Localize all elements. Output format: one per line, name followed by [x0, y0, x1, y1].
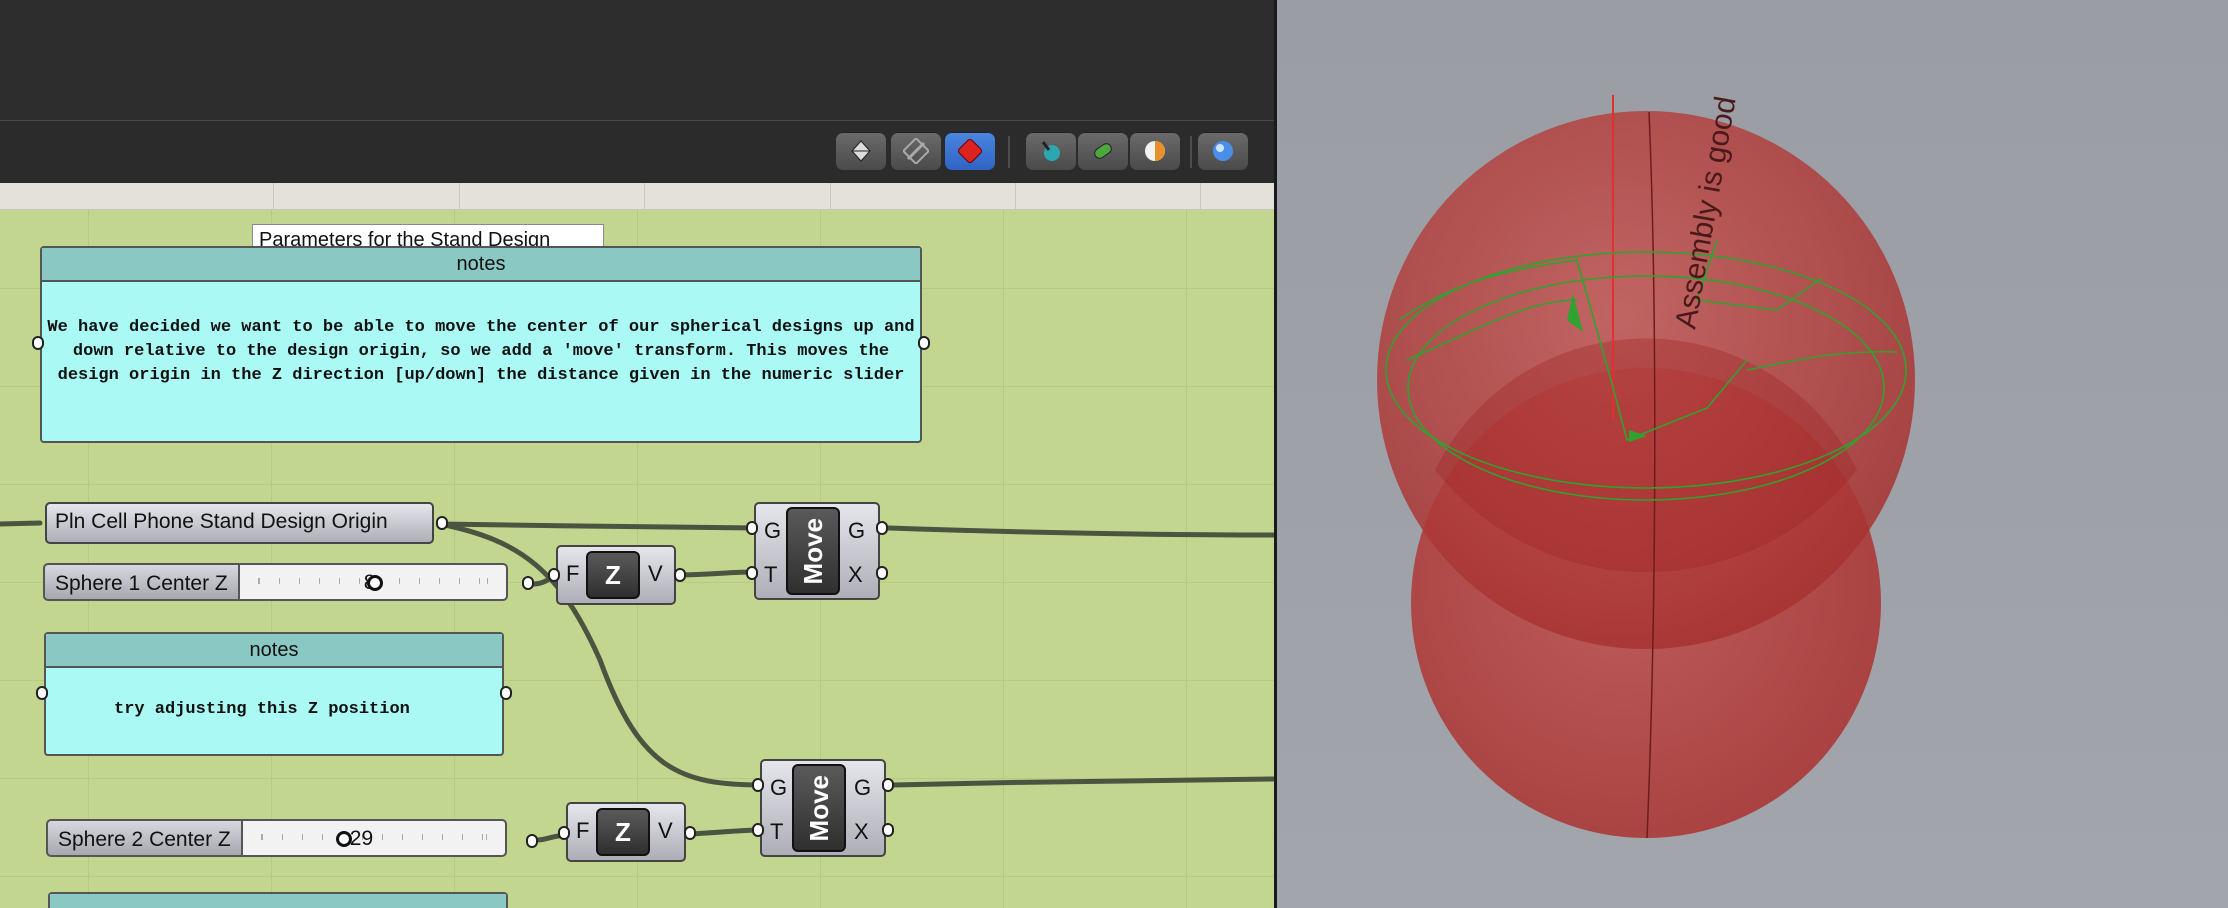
- output-grip[interactable]: [876, 521, 888, 535]
- input-grip[interactable]: [746, 566, 758, 580]
- move-component[interactable]: G T Move G X: [760, 759, 886, 857]
- sphere2-z-slider[interactable]: Sphere 2 Center Z -29: [46, 819, 507, 857]
- move-label: Move: [803, 774, 834, 842]
- move-output-g: G: [854, 775, 872, 800]
- plane-param-label: Pln Cell Phone Stand Design Origin: [55, 510, 388, 533]
- input-grip[interactable]: [752, 823, 764, 837]
- notes-title: notes: [42, 248, 920, 282]
- move-label: Move: [797, 517, 828, 585]
- selected-only-button[interactable]: [1026, 132, 1076, 170]
- output-grip[interactable]: [882, 778, 894, 792]
- slider-track[interactable]: -29: [240, 819, 507, 857]
- output-grip[interactable]: [684, 826, 696, 840]
- wireframe-preview-button[interactable]: [836, 132, 886, 170]
- notes-panel[interactable]: notes try adjusting this Z position: [44, 632, 504, 756]
- unit-z-component[interactable]: F Z V: [566, 802, 686, 862]
- output-grip[interactable]: [522, 576, 534, 590]
- shaded-preview-button[interactable]: [945, 132, 995, 170]
- output-grip[interactable]: [526, 834, 538, 848]
- unit-z-output-v: V: [648, 561, 663, 586]
- output-grip[interactable]: [500, 686, 512, 700]
- wireframe-preview-icon: [851, 140, 871, 162]
- move-output-g: G: [848, 518, 866, 543]
- output-grip[interactable]: [882, 823, 894, 837]
- render-sphere-icon: [1213, 141, 1233, 161]
- output-grip[interactable]: [876, 566, 888, 580]
- move-output-x: X: [848, 562, 863, 587]
- notes-body: try adjusting this Z position: [114, 700, 410, 719]
- unit-z-output-v: V: [658, 818, 673, 843]
- unit-z-label: Z: [596, 808, 650, 856]
- input-grip[interactable]: [746, 521, 758, 535]
- input-grip[interactable]: [752, 778, 764, 792]
- viewport-scene: Assembly is good: [1377, 94, 1915, 839]
- slider-track[interactable]: 8: [237, 563, 508, 601]
- shaded-preview-icon: [958, 139, 982, 163]
- unit-z-label: Z: [586, 551, 640, 599]
- move-label-tile: Move: [786, 507, 840, 595]
- plane-param-component[interactable]: Pln Cell Phone Stand Design Origin: [45, 502, 434, 544]
- toolbar-separator: [1008, 136, 1010, 168]
- grasshopper-canvas[interactable]: Parameters for the Stand Design notes We…: [0, 210, 1274, 908]
- wire-move1-out: [885, 525, 1274, 538]
- move-output-x: X: [854, 819, 869, 844]
- move-label-tile: Move: [792, 764, 846, 852]
- notes-panel-partial[interactable]: [48, 892, 508, 908]
- wire-origin-to-move1: [437, 521, 760, 531]
- canvas-ruler: [0, 183, 1274, 210]
- move-input-t: T: [764, 562, 778, 587]
- wire-move2-out: [890, 776, 1274, 788]
- document-preview-settings-icon: [1145, 141, 1165, 161]
- notes-title: notes: [46, 634, 502, 668]
- selected-only-icon: [1041, 141, 1060, 161]
- unit-z-input-f: F: [566, 561, 580, 586]
- unit-z-component[interactable]: F Z V: [556, 545, 676, 605]
- slider-name: Sphere 1 Center Z: [43, 563, 238, 601]
- slider-name: Sphere 2 Center Z: [46, 819, 241, 857]
- input-grip[interactable]: [32, 336, 44, 350]
- unit-z-input-f: F: [576, 818, 590, 843]
- preview-mesh-icon: [1094, 143, 1112, 159]
- wire: [0, 520, 43, 527]
- move-input-g: G: [770, 775, 788, 800]
- notes-title: [50, 894, 506, 908]
- move-input-g: G: [764, 518, 782, 543]
- toolbar-separator: [1190, 136, 1192, 168]
- notes-panel[interactable]: notes We have decided we want to be able…: [40, 246, 922, 443]
- preview-toolbar: [0, 121, 1274, 183]
- slider-rail: [260, 834, 487, 840]
- rhino-viewport[interactable]: Assembly is good: [1277, 0, 2228, 908]
- render-sphere-button[interactable]: [1198, 132, 1248, 170]
- output-grip[interactable]: [436, 516, 448, 530]
- slider-knob[interactable]: [366, 575, 383, 591]
- document-preview-settings-button[interactable]: [1130, 132, 1180, 170]
- output-grip[interactable]: [918, 336, 930, 350]
- move-component[interactable]: G T Move G X: [754, 502, 880, 600]
- input-grip[interactable]: [558, 826, 570, 840]
- sphere1-z-slider[interactable]: Sphere 1 Center Z 8: [43, 563, 508, 601]
- no-preview-button[interactable]: [891, 132, 941, 170]
- input-grip[interactable]: [36, 686, 48, 700]
- preview-mesh-button[interactable]: [1078, 132, 1128, 170]
- no-preview-icon: [903, 138, 929, 164]
- notes-body: We have decided we want to be able to mo…: [47, 318, 915, 385]
- output-grip[interactable]: [674, 568, 686, 582]
- move-input-t: T: [770, 819, 784, 844]
- title-bar: [0, 0, 1274, 121]
- input-grip[interactable]: [548, 568, 560, 582]
- slider-knob[interactable]: [335, 831, 352, 847]
